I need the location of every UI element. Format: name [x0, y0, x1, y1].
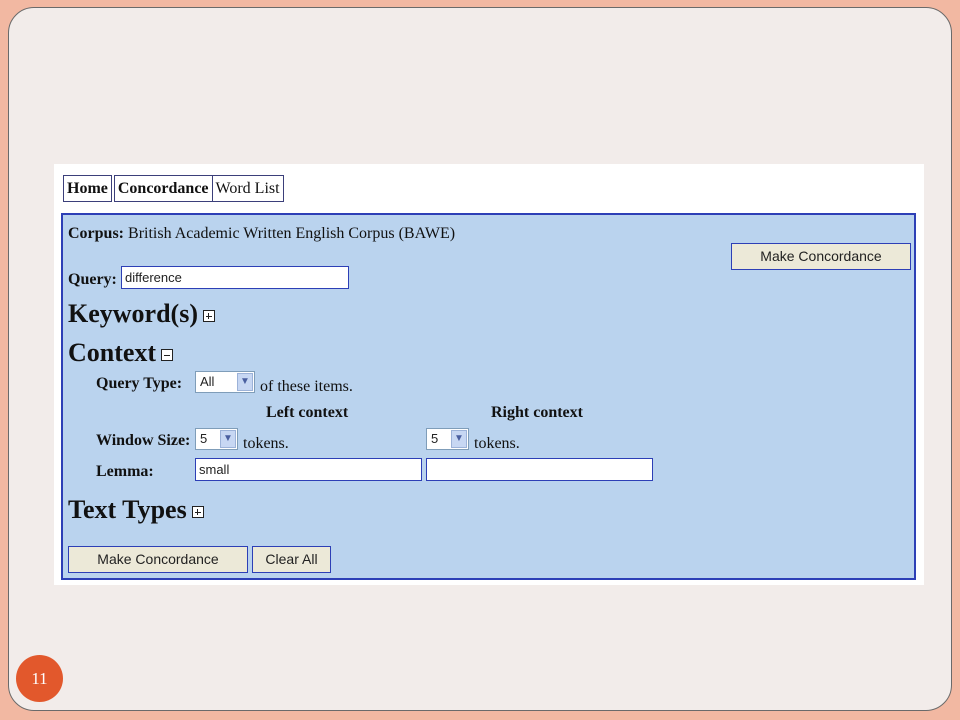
chevron-down-icon: ▼	[237, 373, 253, 391]
text-types-heading: Text Types	[68, 495, 187, 524]
query-type-value: All	[200, 374, 215, 389]
query-input[interactable]: difference	[121, 266, 349, 289]
left-tokens-label: tokens.	[243, 435, 289, 452]
query-type-suffix: of these items.	[260, 378, 353, 395]
concordance-form: Corpus: British Academic Written English…	[61, 213, 916, 580]
tab-word-list[interactable]: Word List	[212, 175, 284, 202]
left-lemma-input[interactable]: small	[195, 458, 422, 481]
left-context-header: Left context	[266, 404, 349, 421]
slide-number-badge: 11	[16, 655, 63, 702]
corpus-line: Corpus: British Academic Written English…	[68, 225, 455, 243]
slide: Home Concordance Word List Corpus: Briti…	[8, 7, 952, 711]
window-size-label: Window Size:	[96, 432, 191, 449]
text-types-section: Text Types	[68, 495, 204, 525]
chevron-down-icon: ▼	[451, 430, 467, 448]
screenshot-frame: Home Concordance Word List Corpus: Briti…	[54, 164, 924, 585]
corpus-value: British Academic Written English Corpus …	[128, 225, 456, 242]
keywords-heading: Keyword(s)	[68, 299, 198, 328]
clear-all-button[interactable]: Clear All	[252, 546, 331, 573]
corpus-label: Corpus:	[68, 225, 125, 242]
minus-box-icon[interactable]	[161, 349, 174, 362]
chevron-down-icon: ▼	[220, 430, 236, 448]
lemma-label: Lemma:	[96, 463, 154, 480]
right-context-header: Right context	[491, 404, 583, 421]
query-type-label: Query Type:	[96, 375, 183, 392]
context-heading: Context	[68, 338, 157, 367]
tab-home[interactable]: Home	[63, 175, 112, 202]
right-window-select[interactable]: 5 ▼	[426, 428, 469, 450]
tab-concordance[interactable]: Concordance	[113, 175, 213, 202]
left-window-value: 5	[200, 431, 208, 446]
query-type-select[interactable]: All ▼	[195, 371, 255, 393]
make-concordance-top-button[interactable]: Make Concordance	[731, 243, 911, 270]
query-label: Query:	[68, 271, 117, 288]
right-window-value: 5	[431, 431, 439, 446]
keywords-section: Keyword(s)	[68, 299, 215, 329]
right-tokens-label: tokens.	[474, 435, 520, 452]
context-section: Context	[68, 338, 174, 368]
right-lemma-input[interactable]	[426, 458, 653, 481]
plus-box-icon[interactable]	[191, 506, 204, 519]
nav-tabs: Home Concordance Word List	[63, 175, 286, 202]
plus-box-icon[interactable]	[202, 310, 215, 323]
make-concordance-bottom-button[interactable]: Make Concordance	[68, 546, 248, 573]
left-window-select[interactable]: 5 ▼	[195, 428, 238, 450]
